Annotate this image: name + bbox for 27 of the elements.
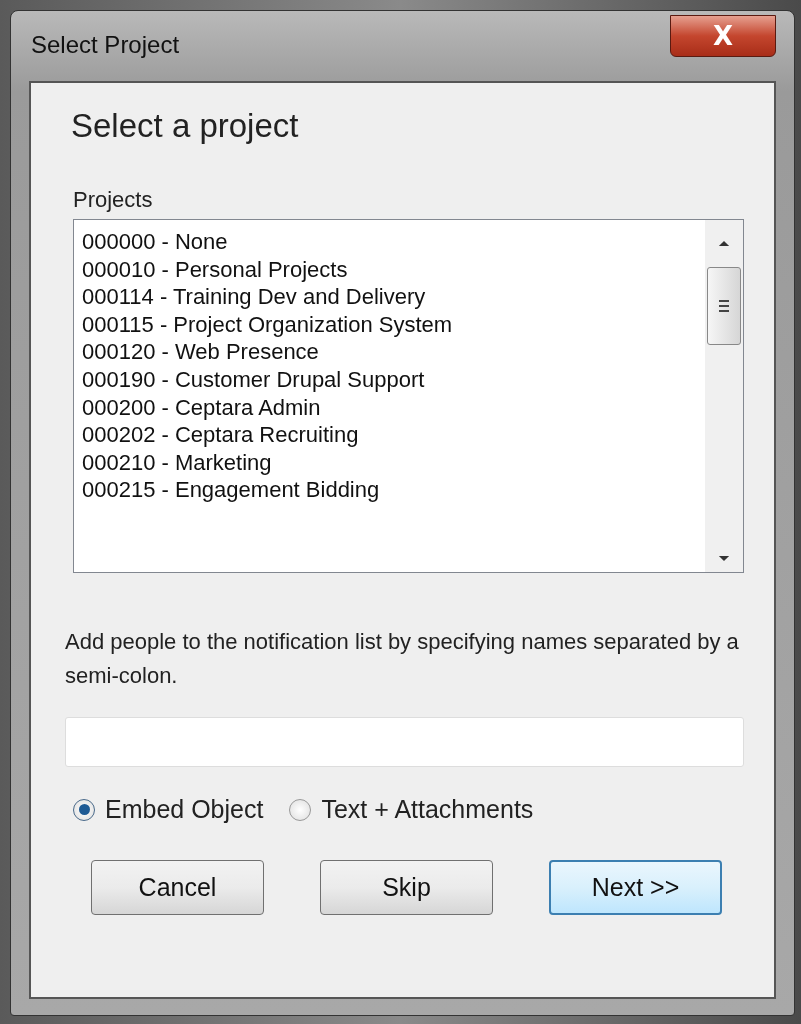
radio-label[interactable]: Text + Attachments <box>321 795 534 824</box>
list-item[interactable]: 000010 - Personal Projects <box>82 255 705 284</box>
list-item[interactable]: 000115 - Project Organization System <box>82 310 705 339</box>
list-item[interactable]: 000000 - None <box>82 228 705 256</box>
names-field[interactable] <box>65 717 744 767</box>
list-item[interactable]: 000215 - Engagement Bidding <box>82 476 705 504</box>
scroll-thumb[interactable] <box>707 267 741 345</box>
list-item[interactable]: 000114 - Training Dev and Delivery <box>82 283 705 311</box>
list-label: Projects <box>73 187 154 213</box>
dialog-button[interactable]: Skip <box>320 860 493 915</box>
list-item[interactable]: 000210 - Marketing <box>82 448 705 477</box>
scrollbar[interactable] <box>705 220 743 572</box>
list-item[interactable]: 000202 - Ceptara Recruiting <box>82 421 705 449</box>
list-item[interactable]: 000120 - Web Presence <box>82 338 705 366</box>
scroll-down-icon[interactable] <box>718 555 730 562</box>
dialog-heading: Select a project <box>71 107 300 145</box>
dialog-button[interactable]: Next >> <box>549 860 722 915</box>
scroll-up-icon[interactable] <box>718 240 730 247</box>
dialog-button[interactable]: Cancel <box>91 860 264 915</box>
instruction-text: Add people to the notification list by specifying names separated by a semi-colon. <box>65 628 740 690</box>
list-item[interactable]: 000200 - Ceptara Admin <box>82 393 705 422</box>
radio-label[interactable]: Embed Object <box>105 795 264 824</box>
radio-button[interactable] <box>73 798 95 821</box>
list-item[interactable]: 000190 - Customer Drupal Support <box>82 365 705 394</box>
radio-button[interactable] <box>289 798 312 821</box>
window-title: Select Project <box>31 31 180 59</box>
close-button[interactable]: X <box>670 15 776 57</box>
